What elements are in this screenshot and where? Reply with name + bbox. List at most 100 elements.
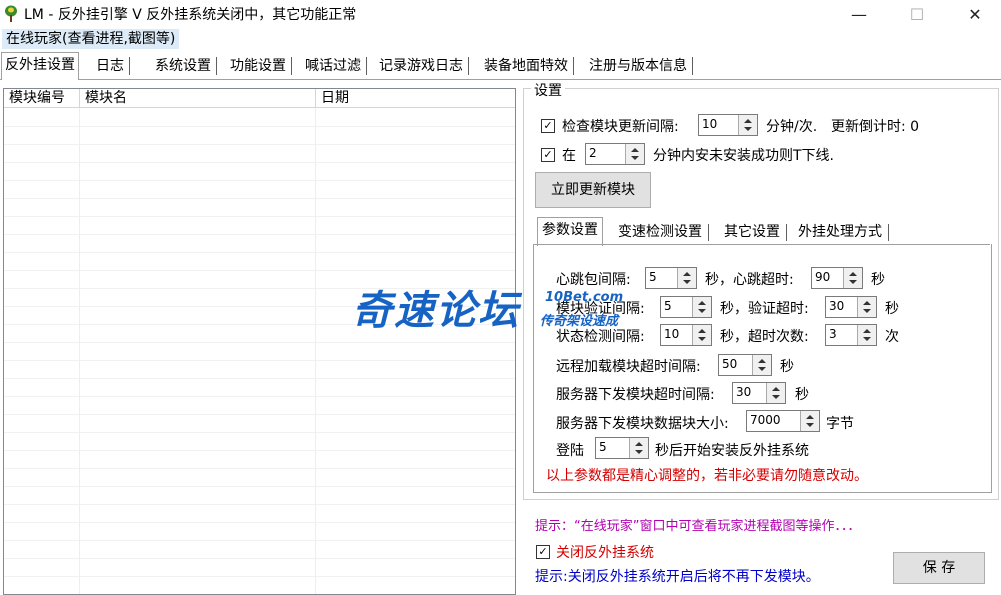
watermark-logo: 奇速论坛 [352, 288, 520, 334]
main-tab-strip: 反外挂设置 日志 系统设置 功能设置 喊话过滤 记录游戏日志 装备地面特效 注册… [0, 52, 1001, 80]
status-timeout-spinner[interactable]: 3 [825, 324, 877, 346]
row-grid-line [4, 522, 515, 523]
block-size-value[interactable]: 7000 [750, 413, 781, 427]
close-anticheat-label[interactable]: 关闭反外挂系统 [556, 542, 654, 562]
server-send-spinner[interactable]: 30 [732, 382, 786, 404]
kick-minutes-spinner[interactable]: 2 [585, 143, 645, 165]
tab-ground-effects[interactable]: 装备地面特效 [481, 54, 574, 78]
row-grid-line [4, 486, 515, 487]
check-update-checkbox[interactable]: ✓ [541, 119, 555, 133]
row-grid-line [4, 396, 515, 397]
update-interval-value[interactable]: 10 [702, 117, 717, 131]
row-grid-line [4, 162, 515, 163]
close-button[interactable]: ✕ [952, 0, 998, 28]
tab-cheat-handling[interactable]: 外挂处理方式 [794, 220, 889, 244]
remote-load-value[interactable]: 50 [722, 357, 737, 371]
login-spinner[interactable]: 5 [595, 437, 649, 459]
app-tree-icon [5, 5, 17, 22]
column-header-date[interactable]: 日期 [316, 89, 515, 107]
server-send-value[interactable]: 30 [736, 385, 751, 399]
module-list-table[interactable]: 模块编号 模块名 日期 [3, 88, 516, 595]
check-update-label: 检查模块更新间隔: [562, 119, 679, 135]
heartbeat-spinner[interactable]: 5 [645, 267, 697, 289]
kick-checkbox[interactable]: ✓ [541, 148, 555, 162]
tab-other[interactable]: 其它设置 [720, 220, 787, 244]
status-label: 状态检测间隔: [556, 329, 645, 345]
spinner-arrows[interactable] [625, 144, 644, 164]
column-header-module-name[interactable]: 模块名 [80, 89, 316, 107]
verify-timeout-spinner[interactable]: 30 [825, 296, 877, 318]
status-unit: 秒，超时次数: [720, 329, 809, 345]
status-timeout-unit: 次 [885, 329, 899, 345]
spinner-arrows[interactable] [857, 297, 876, 317]
spinner-arrows[interactable] [766, 383, 785, 403]
spinner-arrows[interactable] [738, 115, 757, 135]
tab-function-settings[interactable]: 功能设置 [227, 54, 292, 78]
spinner-arrows[interactable] [629, 438, 648, 458]
row-grid-line [4, 144, 515, 145]
tab-chat-filter[interactable]: 喊话过滤 [302, 54, 367, 78]
update-countdown: 更新倒计时: 0 [831, 119, 920, 135]
menu-online-players[interactable]: 在线玩家(查看进程,截图等) [2, 29, 180, 49]
login-value[interactable]: 5 [599, 440, 607, 454]
row-grid-line [4, 558, 515, 559]
tab-game-log[interactable]: 记录游戏日志 [376, 54, 469, 78]
update-now-button[interactable]: 立即更新模块 [535, 172, 651, 208]
update-interval-spinner[interactable]: 10 [698, 114, 758, 136]
close-anticheat-checkbox[interactable]: ✓ [536, 545, 550, 559]
spinner-arrows[interactable] [843, 268, 862, 288]
spinner-arrows[interactable] [857, 325, 876, 345]
heartbeat-timeout-value[interactable]: 90 [815, 270, 830, 284]
menu-bar: 在线玩家(查看进程,截图等) [0, 28, 1001, 50]
tab-params[interactable]: 参数设置 [537, 217, 603, 246]
row-grid-line [4, 198, 515, 199]
row-grid-line [4, 270, 515, 271]
heartbeat-timeout-spinner[interactable]: 90 [811, 267, 863, 289]
tab-anticheat-settings[interactable]: 反外挂设置 [1, 52, 79, 80]
hint-online-players: 提示：“在线玩家”窗口中可查看玩家进程截图等操作．．． [535, 519, 861, 534]
maximize-button[interactable]: ☐ [894, 0, 940, 28]
tab-log[interactable]: 日志 [93, 54, 130, 78]
settings-legend: 设置 [531, 80, 565, 100]
spinner-arrows[interactable] [692, 325, 711, 345]
status-timeout-value[interactable]: 3 [829, 327, 837, 341]
remote-load-spinner[interactable]: 50 [718, 354, 772, 376]
verify-value[interactable]: 5 [664, 299, 672, 313]
server-send-label: 服务器下发模块超时间隔: [556, 387, 715, 403]
params-warning: 以上参数都是精心调整的，若非必要请勿随意改动。 [546, 468, 868, 484]
block-size-label: 服务器下发模块数据块大小: [556, 416, 729, 432]
spinner-arrows[interactable] [752, 355, 771, 375]
row-grid-line [4, 450, 515, 451]
status-value[interactable]: 10 [664, 327, 679, 341]
heartbeat-timeout-unit: 秒 [871, 272, 885, 288]
remote-load-label: 远程加载模块超时间隔: [556, 359, 701, 375]
verify-timeout-value[interactable]: 30 [829, 299, 844, 313]
kick-suffix: 分钟内安未安装成功则T下线. [653, 148, 835, 164]
spinner-arrows[interactable] [800, 411, 819, 431]
row-grid-line [4, 342, 515, 343]
heartbeat-value[interactable]: 5 [649, 270, 657, 284]
tab-speed-check[interactable]: 变速检测设置 [614, 220, 709, 244]
row-grid-line [4, 180, 515, 181]
column-header-module-id[interactable]: 模块编号 [4, 89, 80, 107]
spinner-arrows[interactable] [692, 297, 711, 317]
save-button[interactable]: 保 存 [893, 552, 985, 584]
row-grid-line [4, 432, 515, 433]
kick-minutes-value[interactable]: 2 [589, 146, 597, 160]
spinner-arrows[interactable] [677, 268, 696, 288]
tab-system-settings[interactable]: 系统设置 [152, 54, 217, 78]
verify-spinner[interactable]: 5 [660, 296, 712, 318]
minimize-button[interactable]: — [836, 0, 882, 28]
row-grid-line [4, 234, 515, 235]
block-size-unit: 字节 [826, 416, 854, 432]
status-spinner[interactable]: 10 [660, 324, 712, 346]
row-grid-line [4, 360, 515, 361]
tab-registration-version[interactable]: 注册与版本信息 [586, 54, 693, 78]
watermark-subtitle: 传奇架设速成 [540, 314, 619, 329]
window-title: LM - 反外挂引擎 V 反外挂系统关闭中，其它功能正常 [24, 7, 357, 23]
row-grid-line [4, 504, 515, 505]
block-size-spinner[interactable]: 7000 [746, 410, 820, 432]
header-divider [4, 107, 515, 108]
row-grid-line [4, 252, 515, 253]
update-interval-unit: 分钟/次. [766, 119, 818, 135]
